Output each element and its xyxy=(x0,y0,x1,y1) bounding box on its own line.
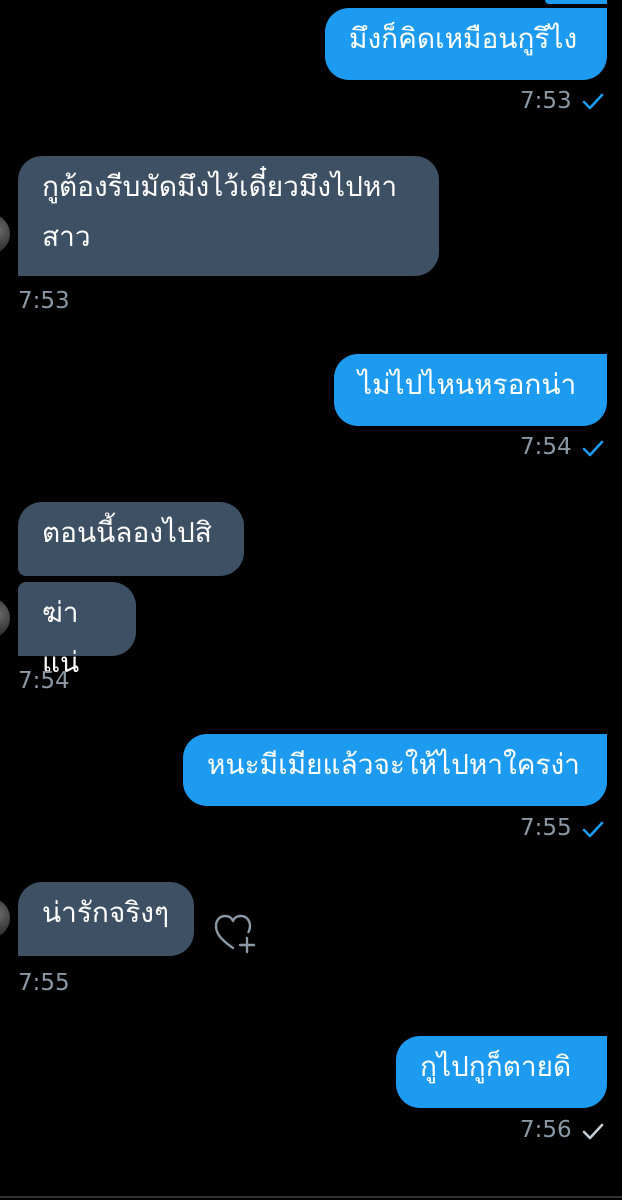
message-text: ตอนนี้ลองไปสิ xyxy=(42,516,212,549)
message-timestamp: 7:54 xyxy=(18,668,70,694)
contact-avatar[interactable] xyxy=(0,214,10,254)
outgoing-message-bubble[interactable]: หนะมีเมียแล้วจะให้ไปหาใครง่า xyxy=(183,734,607,806)
message-text: มึงก็คิดเหมือนกูรึไง xyxy=(349,22,578,55)
message-text-line: กูต้องรีบมัดมึงไว้เดี๋ยวมึงไปหา xyxy=(42,170,398,203)
message-timestamp: 7:55 xyxy=(520,815,572,841)
outgoing-message-bubble[interactable]: มึงก็คิดเหมือนกูรึไง xyxy=(325,8,607,80)
read-check-icon xyxy=(582,440,604,457)
incoming-message-bubble[interactable]: ฆ่าแน่ xyxy=(18,582,136,679)
contact-avatar[interactable] xyxy=(0,898,10,938)
previous-message-edge xyxy=(545,0,607,4)
message-timestamp: 7:56 xyxy=(520,1117,572,1143)
message-text: น่ารักจริงๆ xyxy=(42,896,170,929)
read-check-icon xyxy=(582,93,604,110)
message-timestamp: 7:53 xyxy=(520,88,572,114)
incoming-message-bubble[interactable]: กูต้องรีบมัดมึงไว้เดี๋ยวมึงไปหา สาว xyxy=(18,156,439,276)
message-timestamp: 7:55 xyxy=(18,970,70,996)
message-text: กูไปกูก็ตายดิ xyxy=(420,1050,572,1083)
message-timestamp: 7:53 xyxy=(18,288,70,314)
outgoing-message-bubble[interactable]: กูไปกูก็ตายดิ xyxy=(396,1036,607,1108)
outgoing-message-bubble[interactable]: ไม่ไปไหนหรอกน่า xyxy=(334,354,607,426)
sent-check-icon xyxy=(582,1123,604,1140)
message-text: หนะมีเมียแล้วจะให้ไปหาใครง่า xyxy=(207,748,580,781)
contact-avatar[interactable] xyxy=(0,598,10,638)
read-check-icon xyxy=(582,821,604,838)
message-text: ไม่ไปไหนหรอกน่า xyxy=(358,368,577,401)
heart-plus-icon[interactable] xyxy=(214,914,260,954)
conversation-view: มึงก็คิดเหมือนกูรึไง 7:53 กูต้องรีบมัดมึ… xyxy=(0,0,622,1200)
message-timestamp: 7:54 xyxy=(520,434,572,460)
incoming-message-bubble[interactable]: ตอนนี้ลองไปสิ xyxy=(18,502,244,576)
message-text-line: สาว xyxy=(42,220,91,253)
composer-divider xyxy=(0,1196,622,1198)
incoming-message-bubble[interactable]: น่ารักจริงๆ xyxy=(18,882,194,956)
